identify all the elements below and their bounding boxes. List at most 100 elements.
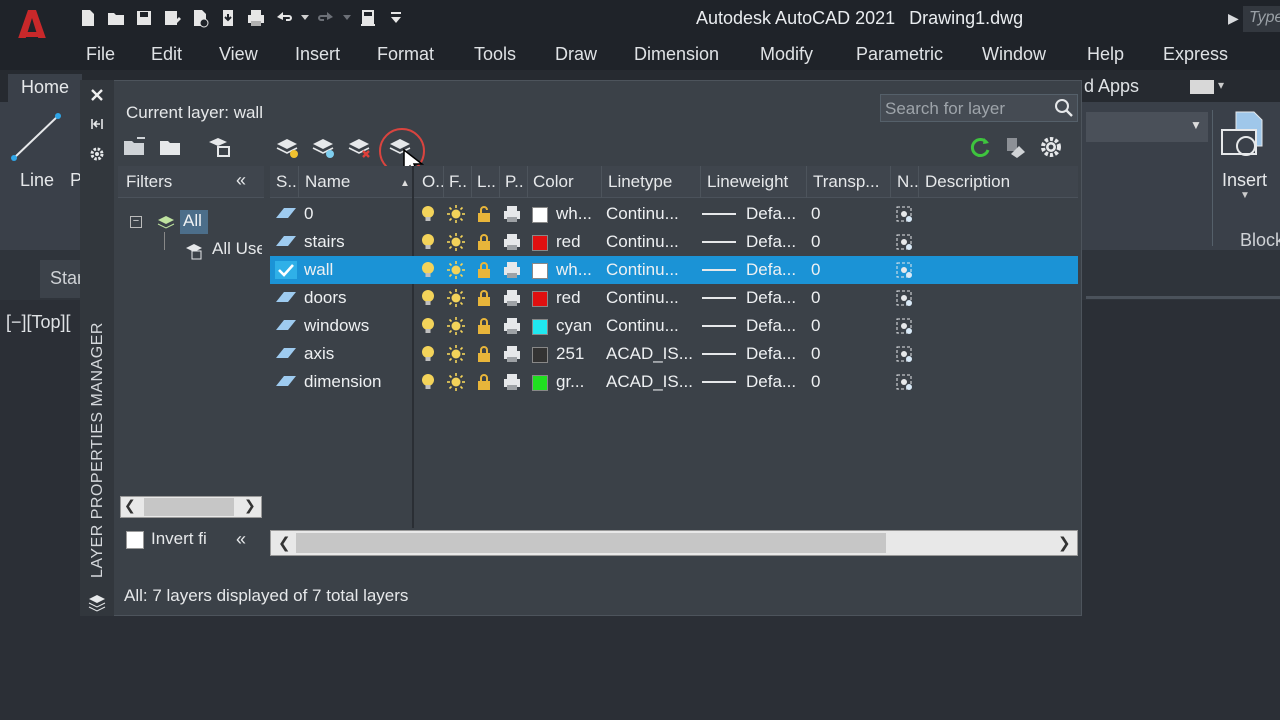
menu-draw[interactable]: Draw xyxy=(555,44,597,65)
new-vp-freeze-icon[interactable] xyxy=(894,372,914,392)
search-icon[interactable] xyxy=(1054,98,1074,118)
new-vp-freeze-icon[interactable] xyxy=(894,316,914,336)
menu-dimension[interactable]: Dimension xyxy=(634,44,719,65)
open-from-web-icon[interactable] xyxy=(188,6,212,30)
delete-layer-icon[interactable] xyxy=(344,132,374,162)
layer-states-manager-icon[interactable] xyxy=(204,132,234,162)
layer-lineweight[interactable]: Defa... xyxy=(746,232,796,252)
layer-status-icon[interactable] xyxy=(274,344,298,364)
save-to-web-icon[interactable] xyxy=(216,6,240,30)
scroll-left-icon[interactable]: ❮ xyxy=(278,534,291,552)
layer-status-icon[interactable] xyxy=(274,288,298,308)
layer-row[interactable]: axis 251 ACAD_IS... Defa... 0 xyxy=(270,340,1078,368)
properties-gear-icon[interactable] xyxy=(86,143,108,165)
chevron-down-icon[interactable]: ▼ xyxy=(1190,118,1202,132)
insert-block-icon[interactable] xyxy=(1218,108,1274,168)
layer-color[interactable]: wh... xyxy=(556,260,592,280)
layer-transparency[interactable]: 0 xyxy=(811,372,820,392)
viewport-controls[interactable]: [−][Top][ xyxy=(6,312,71,333)
layer-transparency[interactable]: 0 xyxy=(811,288,820,308)
menu-parametric[interactable]: Parametric xyxy=(856,44,943,65)
scroll-right-icon[interactable]: ❯ xyxy=(244,497,256,514)
color-swatch[interactable] xyxy=(532,375,548,391)
layer-linetype[interactable]: Continu... xyxy=(606,316,679,336)
layer-color[interactable]: red xyxy=(556,232,581,252)
color-swatch[interactable] xyxy=(532,347,548,363)
col-linetype[interactable]: Linetype xyxy=(608,172,672,192)
menu-modify[interactable]: Modify xyxy=(760,44,813,65)
layer-on-bulb-icon[interactable] xyxy=(418,204,438,224)
layer-thawed-sun-icon[interactable] xyxy=(446,288,466,308)
tab-featured-apps[interactable]: d Apps xyxy=(1084,76,1139,97)
layer-thawed-sun-icon[interactable] xyxy=(446,204,466,224)
tab-home[interactable]: Home xyxy=(8,74,82,102)
layer-transparency[interactable]: 0 xyxy=(811,344,820,364)
layer-name[interactable]: windows xyxy=(304,316,369,336)
auto-hide-icon[interactable] xyxy=(86,113,108,135)
new-vp-freeze-icon[interactable] xyxy=(894,288,914,308)
lock-icon[interactable] xyxy=(474,288,494,308)
layer-lineweight[interactable]: Defa... xyxy=(746,204,796,224)
filters-scroll-thumb[interactable] xyxy=(144,498,234,516)
layer-linetype[interactable]: Continu... xyxy=(606,288,679,308)
col-freeze[interactable]: F.. xyxy=(449,172,467,192)
redo-dropdown-icon[interactable] xyxy=(342,6,352,30)
current-layer-check-icon[interactable] xyxy=(274,260,298,280)
menu-tools[interactable]: Tools xyxy=(474,44,516,65)
color-swatch[interactable] xyxy=(532,207,548,223)
col-name[interactable]: Name xyxy=(305,172,350,192)
layer-status-icon[interactable] xyxy=(274,232,298,252)
layer-status-icon[interactable] xyxy=(274,316,298,336)
layer-row[interactable]: dimension gr... ACAD_IS... Defa... 0 xyxy=(270,368,1078,396)
undo-icon[interactable] xyxy=(272,6,296,30)
plot-printer-icon[interactable] xyxy=(502,344,522,364)
layer-color[interactable]: gr... xyxy=(556,372,584,392)
layer-row[interactable]: wall wh... Continu... Defa... 0 xyxy=(270,256,1078,284)
layer-on-bulb-icon[interactable] xyxy=(418,288,438,308)
plot-printer-icon[interactable] xyxy=(502,260,522,280)
layer-name[interactable]: stairs xyxy=(304,232,345,252)
menu-view[interactable]: View xyxy=(219,44,258,65)
layer-row[interactable]: stairs red Continu... Defa... 0 xyxy=(270,228,1078,256)
menu-insert[interactable]: Insert xyxy=(295,44,340,65)
refresh-icon[interactable] xyxy=(965,132,995,162)
collapse-filters-icon[interactable]: « xyxy=(236,170,246,191)
col-on[interactable]: O.. xyxy=(422,172,445,192)
menu-express[interactable]: Express xyxy=(1163,44,1228,65)
color-swatch[interactable] xyxy=(532,235,548,251)
layer-list-scroll-thumb[interactable] xyxy=(296,533,886,553)
layer-thawed-sun-icon[interactable] xyxy=(446,344,466,364)
workspace-icon[interactable] xyxy=(356,6,380,30)
layer-linetype[interactable]: ACAD_IS... xyxy=(606,344,693,364)
layer-row[interactable]: doors red Continu... Defa... 0 xyxy=(270,284,1078,312)
layer-linetype[interactable]: ACAD_IS... xyxy=(606,372,693,392)
close-icon[interactable] xyxy=(86,84,108,106)
plot-printer-icon[interactable] xyxy=(502,232,522,252)
filter-all-used-layers[interactable]: All Used Layers xyxy=(212,239,262,261)
new-icon[interactable] xyxy=(76,6,100,30)
layer-color[interactable]: 251 xyxy=(556,344,584,364)
layer-name[interactable]: axis xyxy=(304,344,334,364)
layer-transparency[interactable]: 0 xyxy=(811,232,820,252)
col-transparency[interactable]: Transp... xyxy=(813,172,879,192)
scroll-left-icon[interactable]: ❮ xyxy=(124,497,136,514)
col-lineweight[interactable]: Lineweight xyxy=(707,172,788,192)
new-vp-freeze-icon[interactable] xyxy=(894,344,914,364)
col-plot[interactable]: P.. xyxy=(505,172,524,192)
layer-name[interactable]: dimension xyxy=(304,372,382,392)
chevron-down-icon[interactable]: ▼ xyxy=(1240,190,1250,201)
layer-transparency[interactable]: 0 xyxy=(811,204,820,224)
layer-linetype[interactable]: Continu... xyxy=(606,204,679,224)
layer-search-input[interactable]: Search for layer xyxy=(880,94,1078,122)
layer-linetype[interactable]: Continu... xyxy=(606,260,679,280)
menu-help[interactable]: Help xyxy=(1087,44,1124,65)
new-vp-freeze-icon[interactable] xyxy=(894,260,914,280)
layer-lineweight[interactable]: Defa... xyxy=(746,260,796,280)
layer-on-bulb-icon[interactable] xyxy=(418,232,438,252)
layer-on-bulb-icon[interactable] xyxy=(418,372,438,392)
col-description[interactable]: Description xyxy=(925,172,1010,192)
plot-printer-icon[interactable] xyxy=(502,372,522,392)
new-vp-freeze-icon[interactable] xyxy=(894,204,914,224)
color-swatch[interactable] xyxy=(532,291,548,307)
layer-transparency[interactable]: 0 xyxy=(811,260,820,280)
